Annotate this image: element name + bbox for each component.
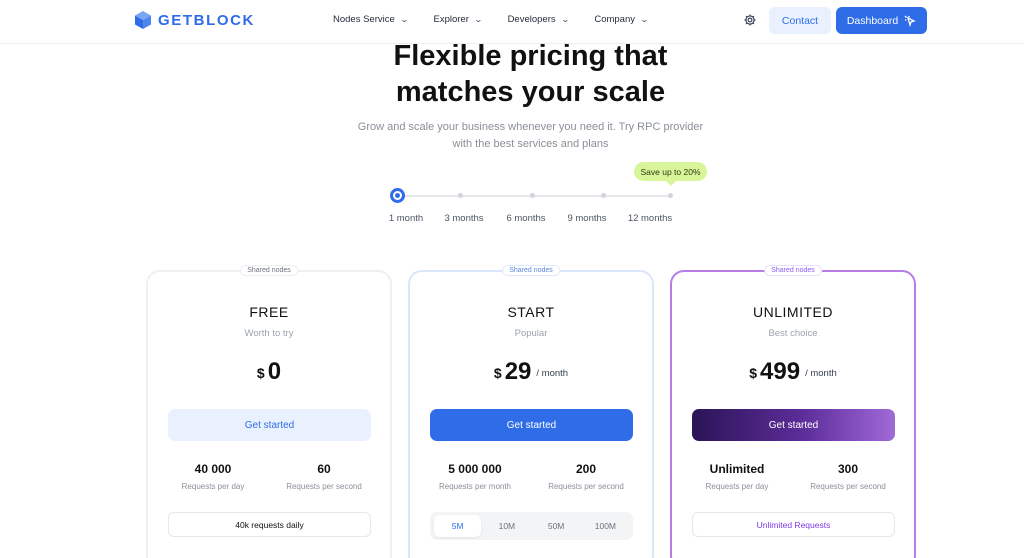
plan-card-start: Shared nodes START Popular $ 29 / month … bbox=[408, 265, 654, 558]
plan-price: $ 0 bbox=[148, 358, 390, 386]
logo[interactable]: GETBLOCK bbox=[134, 10, 255, 30]
title-line: Flexible pricing that bbox=[393, 40, 668, 72]
volume-option-5m[interactable]: 5M bbox=[434, 515, 482, 537]
plan-name: UNLIMITED bbox=[753, 304, 833, 320]
stat-value: 200 bbox=[575, 462, 597, 476]
nav-label: Company bbox=[594, 14, 635, 25]
period-label[interactable]: 6 months bbox=[506, 213, 545, 224]
billing-period-slider[interactable]: 1 month 3 months 6 months 9 months 12 mo… bbox=[389, 186, 680, 226]
plan-price: $ 499 / month bbox=[672, 358, 914, 386]
nav-label: Nodes Service bbox=[333, 14, 395, 25]
subtitle-line: with the best services and plans bbox=[452, 138, 609, 150]
plan-description: Worth to try bbox=[244, 328, 294, 339]
slider-stop[interactable] bbox=[458, 193, 463, 198]
stat-requests-per-second: 200 Requests per second bbox=[531, 462, 641, 491]
slider-handle[interactable] bbox=[390, 188, 405, 203]
price-period: / month bbox=[805, 368, 837, 379]
slider-stop[interactable] bbox=[668, 193, 673, 198]
stat-value: 60 bbox=[317, 462, 331, 476]
stat-value: Unlimited bbox=[709, 462, 765, 476]
stat-requests-per-second: 60 Requests per second bbox=[269, 462, 379, 491]
price-period: / month bbox=[536, 368, 569, 379]
main-nav: Nodes Service ⌄ Explorer ⌄ Developers ⌄ … bbox=[333, 14, 650, 25]
request-volume-selector: 5M 10M 50M 100M bbox=[430, 512, 633, 540]
page-subtitle: Grow and scale your business whenever yo… bbox=[0, 119, 1024, 153]
nav-label: Developers bbox=[507, 14, 556, 25]
period-label[interactable]: 1 month bbox=[389, 213, 423, 224]
price-amount: 29 bbox=[504, 358, 532, 385]
get-started-button[interactable]: Get started bbox=[692, 409, 895, 441]
nav-explorer[interactable]: Explorer ⌄ bbox=[433, 14, 483, 25]
page-title: Flexible pricing that matches your scale bbox=[0, 38, 1024, 110]
nav-company[interactable]: Company ⌄ bbox=[594, 14, 650, 25]
currency-symbol: $ bbox=[493, 365, 502, 381]
currency-symbol: $ bbox=[749, 365, 758, 381]
stat-label: Requests per day bbox=[705, 482, 769, 491]
plan-feature-pill: Unlimited Requests bbox=[692, 512, 895, 537]
nav-developers[interactable]: Developers ⌄ bbox=[507, 14, 570, 25]
contact-button[interactable]: Contact bbox=[769, 7, 831, 34]
stat-label: Requests per second bbox=[810, 482, 886, 491]
get-started-button[interactable]: Get started bbox=[430, 409, 633, 441]
volume-option-10m[interactable]: 10M bbox=[483, 515, 530, 537]
plan-description: Best choice bbox=[768, 328, 818, 339]
volume-option-100m[interactable]: 100M bbox=[582, 515, 629, 537]
get-started-button[interactable]: Get started bbox=[168, 409, 371, 441]
subtitle-line: Grow and scale your business whenever yo… bbox=[357, 121, 704, 133]
volume-option-50m[interactable]: 50M bbox=[533, 515, 580, 537]
brand-name: GETBLOCK bbox=[158, 11, 255, 29]
chevron-down-icon: ⌄ bbox=[399, 15, 409, 24]
stat-value: 40 000 bbox=[194, 462, 232, 476]
stat-value: 300 bbox=[837, 462, 859, 476]
currency-symbol: $ bbox=[256, 365, 265, 381]
price-amount: 0 bbox=[267, 358, 282, 385]
cursor-sparkle-icon bbox=[904, 15, 916, 27]
chevron-down-icon: ⌄ bbox=[473, 15, 483, 24]
plan-description: Popular bbox=[514, 328, 548, 339]
period-label[interactable]: 3 months bbox=[444, 213, 483, 224]
chevron-down-icon: ⌄ bbox=[639, 15, 650, 24]
stat-requests-monthly: 5 000 000 Requests per month bbox=[420, 462, 530, 491]
stat-label: Requests per second bbox=[286, 482, 362, 491]
period-label[interactable]: 9 months bbox=[567, 213, 606, 224]
price-amount: 499 bbox=[760, 358, 801, 385]
shared-nodes-tag: Shared nodes bbox=[240, 265, 298, 276]
stat-requests-daily: Unlimited Requests per day bbox=[682, 462, 792, 491]
gear-icon[interactable] bbox=[743, 13, 757, 27]
period-label[interactable]: 12 months bbox=[628, 213, 672, 224]
dashboard-label: Dashboard bbox=[846, 14, 899, 27]
chevron-down-icon: ⌄ bbox=[560, 15, 570, 24]
save-badge: Save up to 20% bbox=[634, 162, 707, 186]
shared-nodes-tag: Shared nodes bbox=[502, 265, 560, 276]
stat-value: 5 000 000 bbox=[448, 462, 502, 476]
title-line: matches your scale bbox=[395, 76, 666, 108]
stat-label: Requests per month bbox=[438, 482, 512, 491]
cube-logo-icon bbox=[135, 11, 151, 29]
dashboard-button[interactable]: Dashboard bbox=[836, 7, 927, 34]
stat-label: Requests per day bbox=[181, 482, 245, 491]
plan-name: FREE bbox=[249, 304, 289, 320]
slider-stop[interactable] bbox=[601, 193, 606, 198]
nav-label: Explorer bbox=[433, 14, 469, 25]
plan-card-free: Shared nodes FREE Worth to try $ 0 Get s… bbox=[146, 265, 392, 558]
plan-name: START bbox=[507, 304, 555, 320]
stat-label: Requests per second bbox=[548, 482, 624, 491]
plan-price: $ 29 / month bbox=[410, 358, 652, 386]
slider-stop[interactable] bbox=[530, 193, 535, 198]
stat-requests-daily: 40 000 Requests per day bbox=[158, 462, 268, 491]
shared-nodes-tag: Shared nodes bbox=[764, 265, 822, 276]
plan-card-unlimited: Shared nodes UNLIMITED Best choice $ 499… bbox=[670, 265, 916, 558]
stat-requests-per-second: 300 Requests per second bbox=[793, 462, 903, 491]
plan-feature-pill: 40k requests daily bbox=[168, 512, 371, 537]
nav-nodes-service[interactable]: Nodes Service ⌄ bbox=[333, 14, 409, 25]
